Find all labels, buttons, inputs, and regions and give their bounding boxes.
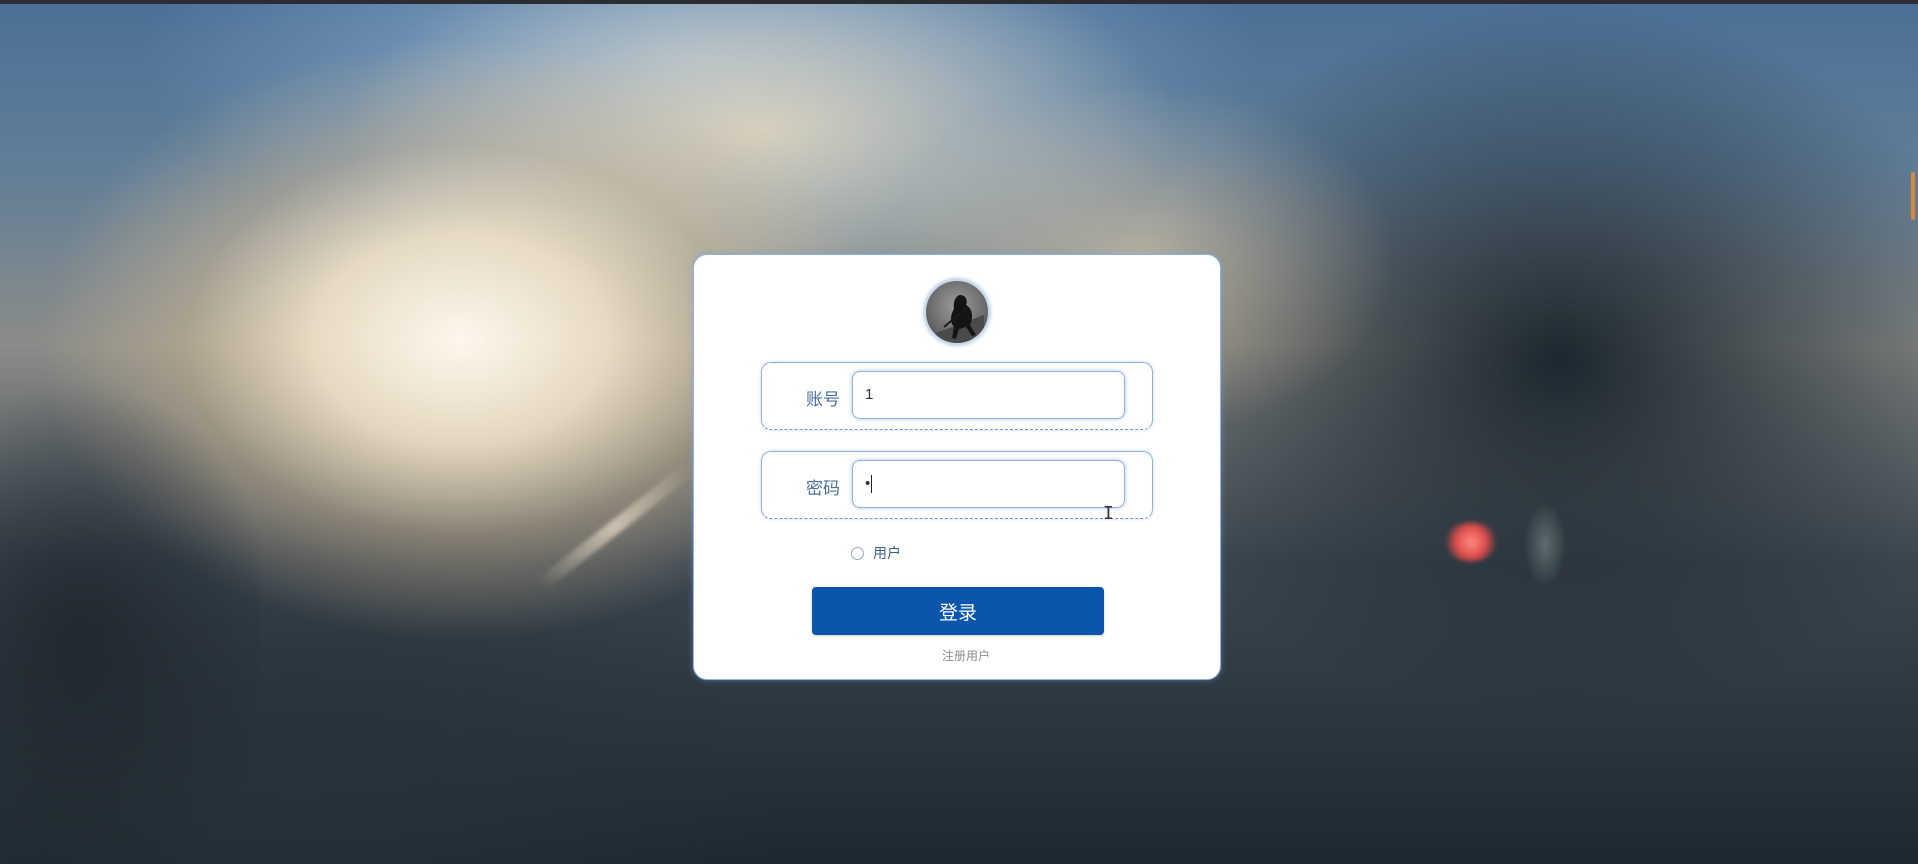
password-label: 密码 xyxy=(806,479,840,499)
password-value: • xyxy=(865,475,871,492)
account-label: 账号 xyxy=(806,390,840,410)
text-caret xyxy=(871,475,873,494)
scrollbar-thumb[interactable] xyxy=(1911,172,1915,220)
password-field-group: 密码 • I xyxy=(761,451,1153,524)
password-input[interactable]: • I xyxy=(852,460,1125,524)
background-red-light xyxy=(1445,522,1497,562)
role-option[interactable]: 用户 xyxy=(851,543,901,563)
account-value: 1 xyxy=(865,386,874,403)
account-field-group: 账号 1 xyxy=(761,362,1153,430)
background-glow xyxy=(1525,505,1565,585)
top-edge xyxy=(0,0,1918,4)
login-card: 账号 1 密码 • I 用户 登录 注册用户 xyxy=(693,254,1221,680)
background-shadow xyxy=(0,380,260,864)
login-button[interactable]: 登录 xyxy=(812,587,1104,635)
text-cursor-icon: I xyxy=(1103,503,1114,524)
account-input[interactable]: 1 xyxy=(852,371,1125,419)
login-page: 账号 1 密码 • I 用户 登录 注册用户 xyxy=(0,0,1918,864)
avatar xyxy=(924,279,990,345)
radio-icon[interactable] xyxy=(851,546,864,560)
register-link[interactable]: 注册用户 xyxy=(694,647,1222,664)
role-label: 用户 xyxy=(873,546,901,562)
avatar-silhouette-icon xyxy=(933,295,984,343)
